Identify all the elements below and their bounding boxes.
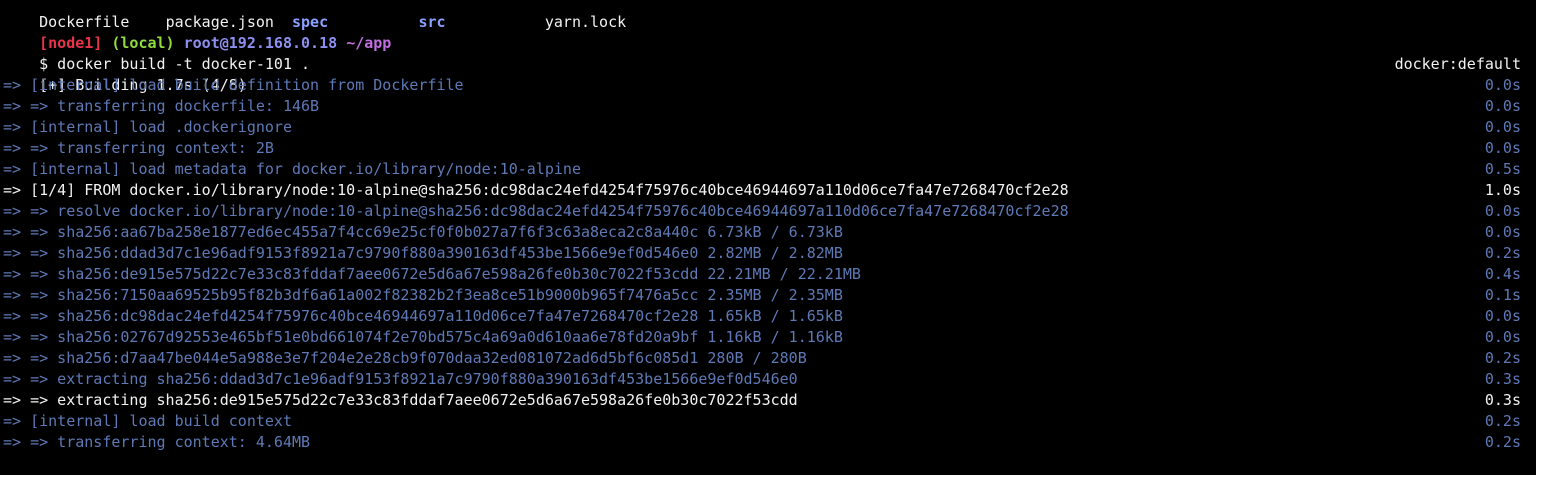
build-step-text: => => transferring context: 2B	[3, 139, 274, 157]
window-frame-bottom	[0, 475, 1541, 480]
build-step-text: => => sha256:d7aa47be044e5a988e3e7f204e2…	[3, 349, 807, 367]
build-step-row: => => transferring context: 4.64MB 0.2s	[3, 432, 1521, 453]
build-step-text: => => extracting sha256:de915e575d22c7e3…	[3, 391, 798, 409]
build-step-time: 0.0s	[1484, 139, 1521, 157]
build-step-time: 0.0s	[1484, 202, 1521, 220]
build-step-time: 1.0s	[1484, 181, 1521, 199]
build-step-row: => => sha256:dc98dac24efd4254f75976c40bc…	[3, 306, 1521, 327]
build-step-row: => => sha256:02767d92553e465bf51e0bd6610…	[3, 327, 1521, 348]
build-step-row: => => extracting sha256:de915e575d22c7e3…	[3, 390, 1521, 411]
build-step-row: => [internal] load build definition from…	[3, 75, 1521, 96]
build-step-text: => => sha256:dc98dac24efd4254f75976c40bc…	[3, 307, 843, 325]
command-line: $ docker build -t docker-101 .	[3, 33, 1521, 73]
build-step-time: 0.3s	[1484, 370, 1521, 388]
build-step-text: => => extracting sha256:ddad3d7c1e96adf9…	[3, 370, 798, 388]
build-step-text: => [internal] load .dockerignore	[3, 118, 292, 136]
build-step-row: => => transferring context: 2B 0.0s	[3, 138, 1521, 159]
shell-prompt: [node1] (local) root@192.168.0.18 ~/app	[3, 12, 1521, 52]
build-step-text: => => resolve docker.io/library/node:10-…	[3, 202, 1069, 220]
build-step-row: => => sha256:de915e575d22c7e33c83fddaf7a…	[3, 264, 1521, 285]
build-step-text: => => sha256:7150aa69525b95f82b3df6a61a0…	[3, 286, 843, 304]
ls-output-row: Dockerfile package.json spec src yarn.lo…	[3, 0, 1521, 31]
build-step-time: 0.0s	[1484, 118, 1521, 136]
build-step-text: => => sha256:de915e575d22c7e33c83fddaf7a…	[3, 265, 861, 283]
build-step-text: => => transferring dockerfile: 146B	[3, 97, 320, 115]
build-step-time: 0.0s	[1484, 328, 1521, 346]
build-step-row: => => sha256:d7aa47be044e5a988e3e7f204e2…	[3, 348, 1521, 369]
build-step-row: => [internal] load build context 0.2s	[3, 411, 1521, 432]
build-step-row: => [internal] load .dockerignore 0.0s	[3, 117, 1521, 138]
terminal-window[interactable]: Dockerfile package.json spec src yarn.lo…	[0, 0, 1536, 475]
build-step-text: => => transferring context: 4.64MB	[3, 433, 311, 451]
build-step-text: => [internal] load build definition from…	[3, 76, 464, 94]
build-step-time: 0.2s	[1484, 412, 1521, 430]
build-step-row: => => transferring dockerfile: 146B 0.0s	[3, 96, 1521, 117]
build-step-time: 0.0s	[1484, 307, 1521, 325]
build-step-text: => [internal] load metadata for docker.i…	[3, 160, 581, 178]
build-step-row: => => resolve docker.io/library/node:10-…	[3, 201, 1521, 222]
build-step-time: 0.0s	[1484, 97, 1521, 115]
build-step-row: => => sha256:aa67ba258e1877ed6ec455a7f4c…	[3, 222, 1521, 243]
build-step-time: 0.5s	[1484, 160, 1521, 178]
build-step-text: => => sha256:aa67ba258e1877ed6ec455a7f4c…	[3, 223, 843, 241]
build-step-row: => [internal] load metadata for docker.i…	[3, 159, 1521, 180]
build-step-time: 0.1s	[1484, 286, 1521, 304]
build-step-text: => => sha256:02767d92553e465bf51e0bd6610…	[3, 328, 843, 346]
build-step-text: => => sha256:ddad3d7c1e96adf9153f8921a7c…	[3, 244, 843, 262]
build-step-row: => => sha256:7150aa69525b95f82b3df6a61a0…	[3, 285, 1521, 306]
build-step-text: => [internal] load build context	[3, 412, 292, 430]
build-step-time: 0.3s	[1484, 391, 1521, 409]
build-step-time: 0.2s	[1484, 349, 1521, 367]
build-step-row: => [1/4] FROM docker.io/library/node:10-…	[3, 180, 1521, 201]
builder-name: docker:default	[1394, 55, 1521, 73]
build-step-row: => => extracting sha256:ddad3d7c1e96adf9…	[3, 369, 1521, 390]
build-step-time: 0.0s	[1484, 76, 1521, 94]
build-step-row: => => sha256:ddad3d7c1e96adf9153f8921a7c…	[3, 243, 1521, 264]
build-step-text: => [1/4] FROM docker.io/library/node:10-…	[3, 181, 1069, 199]
window-frame-right	[1536, 0, 1541, 480]
build-step-time: 0.4s	[1484, 265, 1521, 283]
build-step-time: 0.2s	[1484, 244, 1521, 262]
build-step-time: 0.2s	[1484, 433, 1521, 451]
build-step-time: 0.0s	[1484, 223, 1521, 241]
build-header: [+] Building 1.7s (4/8) docker:default	[3, 54, 1521, 94]
